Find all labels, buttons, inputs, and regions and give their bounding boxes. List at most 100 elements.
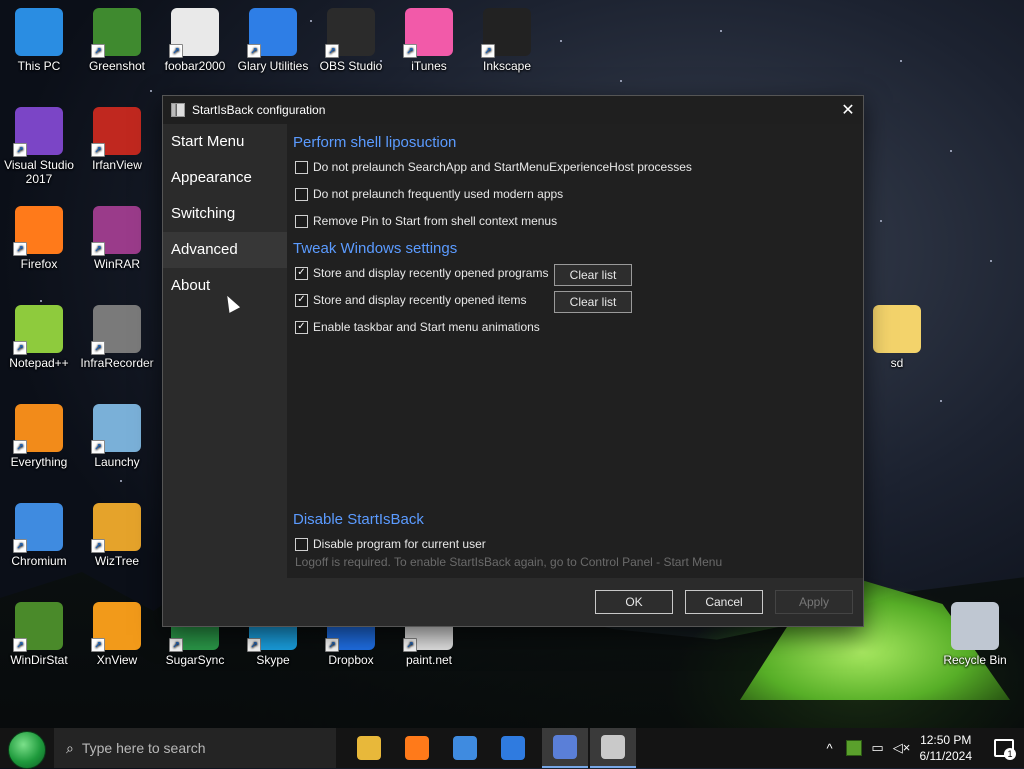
dialog-title: StartIsBack configuration [192,103,325,117]
shortcut-arrow-icon: ↗ [325,44,339,58]
checkbox[interactable]: ✓ [295,267,308,280]
advanced-settings-panel: Perform shell liposuction Do not prelaun… [287,124,863,578]
volume-muted-icon[interactable]: ◁× [890,728,914,768]
launchy-icon: ↗ [93,404,141,452]
shortcut-arrow-icon: ↗ [325,638,339,652]
desktop-icon-label: OBS Studio [312,59,390,73]
chromium-icon [453,736,477,760]
clock-date: 6/11/2024 [920,748,973,764]
taskbar-app-chromium[interactable] [442,728,488,768]
desktop-icon-label: Chromium [0,554,78,568]
unknown-blue-app-icon [501,736,525,760]
desktop-icon-inkscape[interactable]: ↗Inkscape [468,4,546,73]
wiztree-icon: ↗ [93,503,141,551]
checkbox[interactable] [295,161,308,174]
search-placeholder: Type here to search [82,740,206,756]
dialog-titlebar[interactable]: StartIsBack configuration ✕ [163,96,863,124]
checkbox[interactable]: ✓ [295,294,308,307]
desktop-icon-irfanview[interactable]: ↗IrfanView [78,103,156,172]
search-box[interactable]: ⌕ Type here to search [54,728,336,768]
apply-button[interactable]: Apply [775,590,853,614]
desktop-icon-xnview[interactable]: ↗XnView [78,598,156,667]
desktop-icon-computer[interactable]: This PC [0,4,78,73]
checkbox[interactable] [295,215,308,228]
clock[interactable]: 12:50 PM 6/11/2024 [920,732,973,764]
start-button[interactable] [8,731,46,769]
clock-time: 12:50 PM [920,732,973,748]
desktop-icon-infrarecorder[interactable]: ↗ InfraRecorder [78,301,156,370]
desktop-icon-itunes[interactable]: ↗iTunes [390,4,468,73]
sidebar-item-appearance[interactable]: Appearance [163,160,287,196]
desktop-icon-label: paint.net [390,653,468,667]
irfanview-icon: ↗ [93,107,141,155]
shortcut-arrow-icon: ↗ [13,539,27,553]
section-title-shell-liposuction: Perform shell liposuction [293,134,456,151]
desktop-icon-label: WizTree [78,554,156,568]
desktop-icon-obs[interactable]: ↗OBS Studio [312,4,390,73]
cancel-button[interactable]: Cancel [685,590,763,614]
option-animations[interactable]: ✓ Enable taskbar and Start menu animatio… [295,320,540,334]
desktop-icon-chromium[interactable]: ↗Chromium [0,499,78,568]
desktop-icon-firefox[interactable]: ↗Firefox [0,202,78,271]
sidebar-item-switching[interactable]: Switching [163,196,287,232]
network-icon[interactable]: ▭ [866,728,890,768]
option-label: Enable taskbar and Start menu animations [313,320,540,334]
desktop-icon-glary[interactable]: ↗Glary Utilities [234,4,312,73]
desktop-icon-label: InfraRecorder [78,356,156,370]
option-remove-pin-to-start[interactable]: Remove Pin to Start from shell context m… [295,214,557,228]
clear-recent-items-button[interactable]: Clear list [554,291,632,313]
ok-button[interactable]: OK [595,590,673,614]
desktop-icon-label: Visual Studio 2017 [0,158,78,186]
checkbox[interactable]: ✓ [295,321,308,334]
option-recent-programs[interactable]: ✓ Store and display recently opened prog… [295,266,548,280]
desktop-icon-label: Notepad++ [0,356,78,370]
shortcut-arrow-icon: ↗ [91,143,105,157]
obs-icon: ↗ [327,8,375,56]
visual-studio-icon: ↗ [15,107,63,155]
taskbar-app-file-explorer[interactable] [346,728,392,768]
desktop-icon-windirstat[interactable]: ↗WinDirStat [0,598,78,667]
desktop-icon-foobar[interactable]: ↗foobar2000 [156,4,234,73]
computer-icon [15,8,63,56]
desktop-icon-label: WinDirStat [0,653,78,667]
desktop-icon-label: foobar2000 [156,59,234,73]
taskbar-app-startisback[interactable] [542,728,588,768]
shortcut-arrow-icon: ↗ [169,638,183,652]
option-recent-items[interactable]: ✓ Store and display recently opened item… [295,293,526,307]
taskbar-app-unknown-blue-app[interactable] [490,728,536,768]
shortcut-arrow-icon: ↗ [247,44,261,58]
tray-app-icon[interactable] [842,728,866,768]
desktop-icon-wiztree[interactable]: ↗ WizTree [78,499,156,568]
taskbar-app-firefox[interactable] [394,728,440,768]
checkbox[interactable] [295,538,308,551]
desktop-icon-greenshot[interactable]: ↗Greenshot [78,4,156,73]
desktop-icon-folder[interactable]: sd [858,301,936,370]
desktop-icon-launchy[interactable]: ↗Launchy [78,400,156,469]
desktop-icon-label: Firefox [0,257,78,271]
option-label: Remove Pin to Start from shell context m… [313,214,557,228]
taskbar-app-startisback-config[interactable] [590,728,636,768]
desktop-icon-winrar[interactable]: ↗WinRAR [78,202,156,271]
infrarecorder-icon: ↗ [93,305,141,353]
chevron-up-icon[interactable]: ^ [818,728,842,768]
desktop-icon-label: Dropbox [312,653,390,667]
desktop-icon-recycle-bin[interactable]: Recycle Bin [936,598,1014,667]
desktop-icon-everything[interactable]: ↗Everything [0,400,78,469]
inkscape-icon: ↗ [483,8,531,56]
desktop-icon-label: XnView [78,653,156,667]
sidebar-item-start-menu[interactable]: Start Menu [163,124,287,160]
option-disable-program[interactable]: Disable program for current user [295,537,486,551]
close-button[interactable]: ✕ [833,96,863,124]
shortcut-arrow-icon: ↗ [13,341,27,355]
option-no-prelaunch-modern-apps[interactable]: Do not prelaunch frequently used modern … [295,187,563,201]
clear-recent-programs-button[interactable]: Clear list [554,264,632,286]
desktop-icon-notepad-plus-plus[interactable]: ↗Notepad++ [0,301,78,370]
notepad-plus-plus-icon: ↗ [15,305,63,353]
desktop-icon-visual-studio[interactable]: ↗ Visual Studio 2017 [0,103,78,186]
sidebar-item-advanced[interactable]: Advanced [163,232,287,268]
notifications-button[interactable]: 1 [984,728,1024,768]
checkbox[interactable] [295,188,308,201]
shortcut-arrow-icon: ↗ [403,638,417,652]
close-icon: ✕ [841,100,854,120]
option-no-prelaunch-searchapp[interactable]: Do not prelaunch SearchApp and StartMenu… [295,160,692,174]
